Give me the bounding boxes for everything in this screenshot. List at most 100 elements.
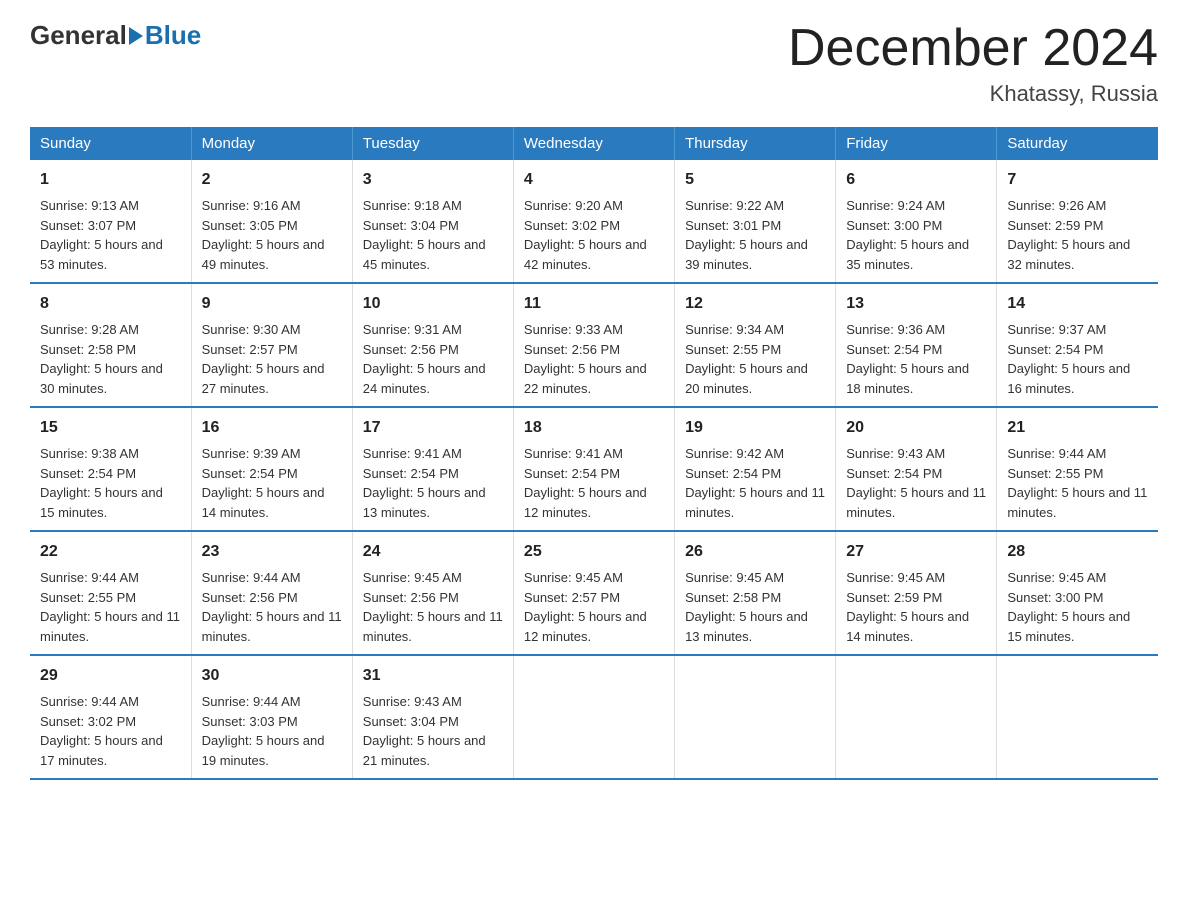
calendar-day-cell: 24 Sunrise: 9:45 AMSunset: 2:56 PMDayligh… <box>352 531 513 655</box>
day-info: Sunrise: 9:45 AMSunset: 3:00 PMDaylight:… <box>1007 570 1130 644</box>
day-info: Sunrise: 9:37 AMSunset: 2:54 PMDaylight:… <box>1007 322 1130 396</box>
calendar-table: SundayMondayTuesdayWednesdayThursdayFrid… <box>30 127 1158 780</box>
day-info: Sunrise: 9:44 AMSunset: 2:55 PMDaylight:… <box>1007 446 1147 520</box>
calendar-day-cell: 2Sunrise: 9:16 AMSunset: 3:05 PMDaylight… <box>191 160 352 283</box>
calendar-week-row: 15 Sunrise: 9:38 AMSunset: 2:54 PMDayligh… <box>30 407 1158 531</box>
calendar-day-cell: 17 Sunrise: 9:41 AMSunset: 2:54 PMDayligh… <box>352 407 513 531</box>
day-info: Sunrise: 9:44 AMSunset: 3:02 PMDaylight:… <box>40 694 163 768</box>
day-number: 28 <box>1007 540 1148 564</box>
day-number: 13 <box>846 292 986 316</box>
day-info: Sunrise: 9:38 AMSunset: 2:54 PMDaylight:… <box>40 446 163 520</box>
calendar-week-row: 29Sunrise: 9:44 AMSunset: 3:02 PMDayligh… <box>30 655 1158 779</box>
header-tuesday: Tuesday <box>352 127 513 160</box>
day-number: 20 <box>846 416 986 440</box>
calendar-day-cell: 12 Sunrise: 9:34 AMSunset: 2:55 PMDayligh… <box>675 283 836 407</box>
day-info: Sunrise: 9:34 AMSunset: 2:55 PMDaylight:… <box>685 322 808 396</box>
day-info: Sunrise: 9:20 AMSunset: 3:02 PMDaylight:… <box>524 198 647 272</box>
header: General Blue December 2024 Khatassy, Rus… <box>30 20 1158 107</box>
day-number: 30 <box>202 664 342 688</box>
day-number: 3 <box>363 168 503 192</box>
calendar-day-cell: 26Sunrise: 9:45 AMSunset: 2:58 PMDayligh… <box>675 531 836 655</box>
logo-general-text: General <box>30 20 127 51</box>
day-number: 31 <box>363 664 503 688</box>
calendar-day-cell: 27 Sunrise: 9:45 AMSunset: 2:59 PMDayligh… <box>836 531 997 655</box>
day-info: Sunrise: 9:45 AMSunset: 2:56 PMDaylight:… <box>363 570 503 644</box>
header-monday: Monday <box>191 127 352 160</box>
calendar-week-row: 1 Sunrise: 9:13 AMSunset: 3:07 PMDaylight… <box>30 160 1158 283</box>
day-info: Sunrise: 9:45 AMSunset: 2:59 PMDaylight:… <box>846 570 969 644</box>
calendar-day-cell: 30 Sunrise: 9:44 AMSunset: 3:03 PMDayligh… <box>191 655 352 779</box>
day-info: Sunrise: 9:45 AMSunset: 2:57 PMDaylight:… <box>524 570 647 644</box>
day-number: 7 <box>1007 168 1148 192</box>
day-info: Sunrise: 9:18 AMSunset: 3:04 PMDaylight:… <box>363 198 486 272</box>
day-info: Sunrise: 9:44 AMSunset: 2:55 PMDaylight:… <box>40 570 180 644</box>
day-info: Sunrise: 9:16 AMSunset: 3:05 PMDaylight:… <box>202 198 325 272</box>
day-number: 1 <box>40 168 181 192</box>
header-sunday: Sunday <box>30 127 191 160</box>
calendar-title: December 2024 <box>788 20 1158 77</box>
day-number: 4 <box>524 168 664 192</box>
calendar-week-row: 22 Sunrise: 9:44 AMSunset: 2:55 PMDayligh… <box>30 531 1158 655</box>
day-number: 23 <box>202 540 342 564</box>
day-number: 10 <box>363 292 503 316</box>
header-saturday: Saturday <box>997 127 1158 160</box>
day-info: Sunrise: 9:31 AMSunset: 2:56 PMDaylight:… <box>363 322 486 396</box>
day-number: 8 <box>40 292 181 316</box>
day-info: Sunrise: 9:42 AMSunset: 2:54 PMDaylight:… <box>685 446 825 520</box>
calendar-day-cell: 20 Sunrise: 9:43 AMSunset: 2:54 PMDayligh… <box>836 407 997 531</box>
day-number: 6 <box>846 168 986 192</box>
header-wednesday: Wednesday <box>513 127 674 160</box>
day-number: 22 <box>40 540 181 564</box>
calendar-day-cell: 22 Sunrise: 9:44 AMSunset: 2:55 PMDayligh… <box>30 531 191 655</box>
calendar-day-cell: 1 Sunrise: 9:13 AMSunset: 3:07 PMDaylight… <box>30 160 191 283</box>
calendar-day-cell: 23 Sunrise: 9:44 AMSunset: 2:56 PMDayligh… <box>191 531 352 655</box>
calendar-day-cell: 10 Sunrise: 9:31 AMSunset: 2:56 PMDayligh… <box>352 283 513 407</box>
calendar-day-cell: 5Sunrise: 9:22 AMSunset: 3:01 PMDaylight… <box>675 160 836 283</box>
day-number: 18 <box>524 416 664 440</box>
calendar-day-cell <box>997 655 1158 779</box>
day-info: Sunrise: 9:24 AMSunset: 3:00 PMDaylight:… <box>846 198 969 272</box>
day-number: 17 <box>363 416 503 440</box>
day-number: 16 <box>202 416 342 440</box>
day-info: Sunrise: 9:39 AMSunset: 2:54 PMDaylight:… <box>202 446 325 520</box>
day-number: 21 <box>1007 416 1148 440</box>
calendar-day-cell <box>513 655 674 779</box>
calendar-day-cell: 28 Sunrise: 9:45 AMSunset: 3:00 PMDayligh… <box>997 531 1158 655</box>
day-info: Sunrise: 9:44 AMSunset: 3:03 PMDaylight:… <box>202 694 325 768</box>
calendar-day-cell: 15 Sunrise: 9:38 AMSunset: 2:54 PMDayligh… <box>30 407 191 531</box>
logo: General Blue <box>30 20 201 51</box>
day-info: Sunrise: 9:28 AMSunset: 2:58 PMDaylight:… <box>40 322 163 396</box>
day-info: Sunrise: 9:36 AMSunset: 2:54 PMDaylight:… <box>846 322 969 396</box>
logo-blue-part: Blue <box>127 20 201 51</box>
calendar-day-cell: 25 Sunrise: 9:45 AMSunset: 2:57 PMDayligh… <box>513 531 674 655</box>
calendar-day-cell <box>836 655 997 779</box>
day-number: 27 <box>846 540 986 564</box>
calendar-day-cell: 31 Sunrise: 9:43 AMSunset: 3:04 PMDayligh… <box>352 655 513 779</box>
calendar-day-cell: 29Sunrise: 9:44 AMSunset: 3:02 PMDayligh… <box>30 655 191 779</box>
calendar-week-row: 8 Sunrise: 9:28 AMSunset: 2:58 PMDaylight… <box>30 283 1158 407</box>
day-info: Sunrise: 9:43 AMSunset: 2:54 PMDaylight:… <box>846 446 986 520</box>
calendar-header-row: SundayMondayTuesdayWednesdayThursdayFrid… <box>30 127 1158 160</box>
day-number: 24 <box>363 540 503 564</box>
day-number: 12 <box>685 292 825 316</box>
day-info: Sunrise: 9:41 AMSunset: 2:54 PMDaylight:… <box>363 446 486 520</box>
day-number: 15 <box>40 416 181 440</box>
day-info: Sunrise: 9:13 AMSunset: 3:07 PMDaylight:… <box>40 198 163 272</box>
calendar-day-cell <box>675 655 836 779</box>
day-info: Sunrise: 9:43 AMSunset: 3:04 PMDaylight:… <box>363 694 486 768</box>
day-number: 11 <box>524 292 664 316</box>
day-number: 25 <box>524 540 664 564</box>
day-info: Sunrise: 9:26 AMSunset: 2:59 PMDaylight:… <box>1007 198 1130 272</box>
calendar-day-cell: 13 Sunrise: 9:36 AMSunset: 2:54 PMDayligh… <box>836 283 997 407</box>
day-info: Sunrise: 9:44 AMSunset: 2:56 PMDaylight:… <box>202 570 342 644</box>
calendar-day-cell: 9Sunrise: 9:30 AMSunset: 2:57 PMDaylight… <box>191 283 352 407</box>
day-info: Sunrise: 9:41 AMSunset: 2:54 PMDaylight:… <box>524 446 647 520</box>
calendar-day-cell: 11 Sunrise: 9:33 AMSunset: 2:56 PMDayligh… <box>513 283 674 407</box>
day-info: Sunrise: 9:22 AMSunset: 3:01 PMDaylight:… <box>685 198 808 272</box>
calendar-day-cell: 8 Sunrise: 9:28 AMSunset: 2:58 PMDaylight… <box>30 283 191 407</box>
calendar-day-cell: 14Sunrise: 9:37 AMSunset: 2:54 PMDayligh… <box>997 283 1158 407</box>
day-info: Sunrise: 9:33 AMSunset: 2:56 PMDaylight:… <box>524 322 647 396</box>
calendar-day-cell: 3 Sunrise: 9:18 AMSunset: 3:04 PMDaylight… <box>352 160 513 283</box>
calendar-day-cell: 18 Sunrise: 9:41 AMSunset: 2:54 PMDayligh… <box>513 407 674 531</box>
calendar-day-cell: 19Sunrise: 9:42 AMSunset: 2:54 PMDayligh… <box>675 407 836 531</box>
